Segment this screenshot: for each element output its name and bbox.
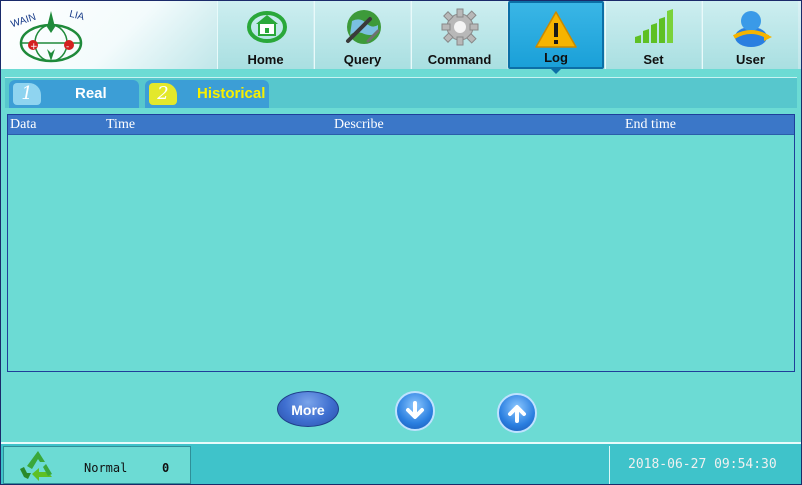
bar-chart-icon: [634, 9, 673, 43]
main-nav: Home Query Command Log Set User: [217, 1, 801, 74]
nav-user[interactable]: User: [702, 1, 798, 69]
home-icon: [246, 11, 287, 43]
app-window: WAIN LIA + - Home Query Command Log Set …: [0, 0, 802, 485]
gear-icon: [441, 8, 478, 46]
nav-query[interactable]: Query: [314, 1, 410, 69]
log-table: Data Time Describe End time: [7, 114, 795, 372]
scroll-up-button[interactable]: [497, 393, 537, 433]
table-header: Data Time Describe End time: [8, 115, 794, 135]
datetime-display: 2018-06-27 09:54:30: [628, 457, 777, 472]
tab-strip: 1 Real 2 Historical: [5, 77, 797, 108]
tab-real-label: Real: [75, 85, 107, 102]
user-icon: [732, 11, 772, 47]
column-header-describe: Describe: [334, 117, 384, 132]
nav-log[interactable]: Log: [508, 1, 604, 74]
logo-area: WAIN LIA + -: [1, 1, 217, 69]
status-panel: Normal 0: [3, 446, 191, 484]
tab-real[interactable]: 1 Real: [9, 80, 139, 108]
nav-home-label: Home: [247, 52, 284, 67]
recycle-icon: [20, 451, 52, 481]
warning-icon: [535, 11, 577, 48]
datetime-panel: 2018-06-27 09:54:30: [609, 446, 799, 484]
status-text: Normal: [84, 461, 128, 475]
tab-historical-label: Historical: [197, 85, 266, 102]
nav-log-label: Log: [544, 50, 568, 65]
globe-wrench-icon: [345, 10, 381, 44]
svg-text:+: +: [30, 42, 38, 52]
column-header-time: Time: [106, 117, 136, 132]
nav-user-label: User: [736, 52, 765, 67]
nav-home[interactable]: Home: [217, 1, 313, 69]
header: WAIN LIA + - Home Query Command Log Set …: [1, 1, 801, 74]
column-header-data: Data: [10, 117, 37, 132]
svg-text:LIA: LIA: [68, 9, 86, 23]
scroll-down-button[interactable]: [395, 391, 435, 431]
nav-set-label: Set: [643, 52, 664, 67]
table-body: [8, 135, 794, 371]
tab-real-number: 1: [13, 83, 41, 105]
nav-command[interactable]: Command: [411, 1, 507, 69]
nav-query-label: Query: [343, 52, 382, 67]
nav-set[interactable]: Set: [605, 1, 701, 69]
status-bar: Normal 0 2018-06-27 09:54:30: [1, 442, 801, 484]
arrow-up-icon: [508, 405, 526, 423]
svg-text:-: -: [66, 42, 69, 52]
column-header-end-time: End time: [625, 117, 676, 132]
tab-historical[interactable]: 2 Historical: [145, 80, 269, 108]
arrow-down-icon: [406, 401, 424, 419]
logo: WAIN LIA + -: [10, 9, 86, 63]
nav-command-label: Command: [427, 52, 492, 67]
more-button[interactable]: More: [277, 391, 339, 427]
active-indicator: [550, 68, 562, 74]
status-count: 0: [162, 461, 170, 475]
tab-historical-number: 2: [149, 83, 177, 105]
